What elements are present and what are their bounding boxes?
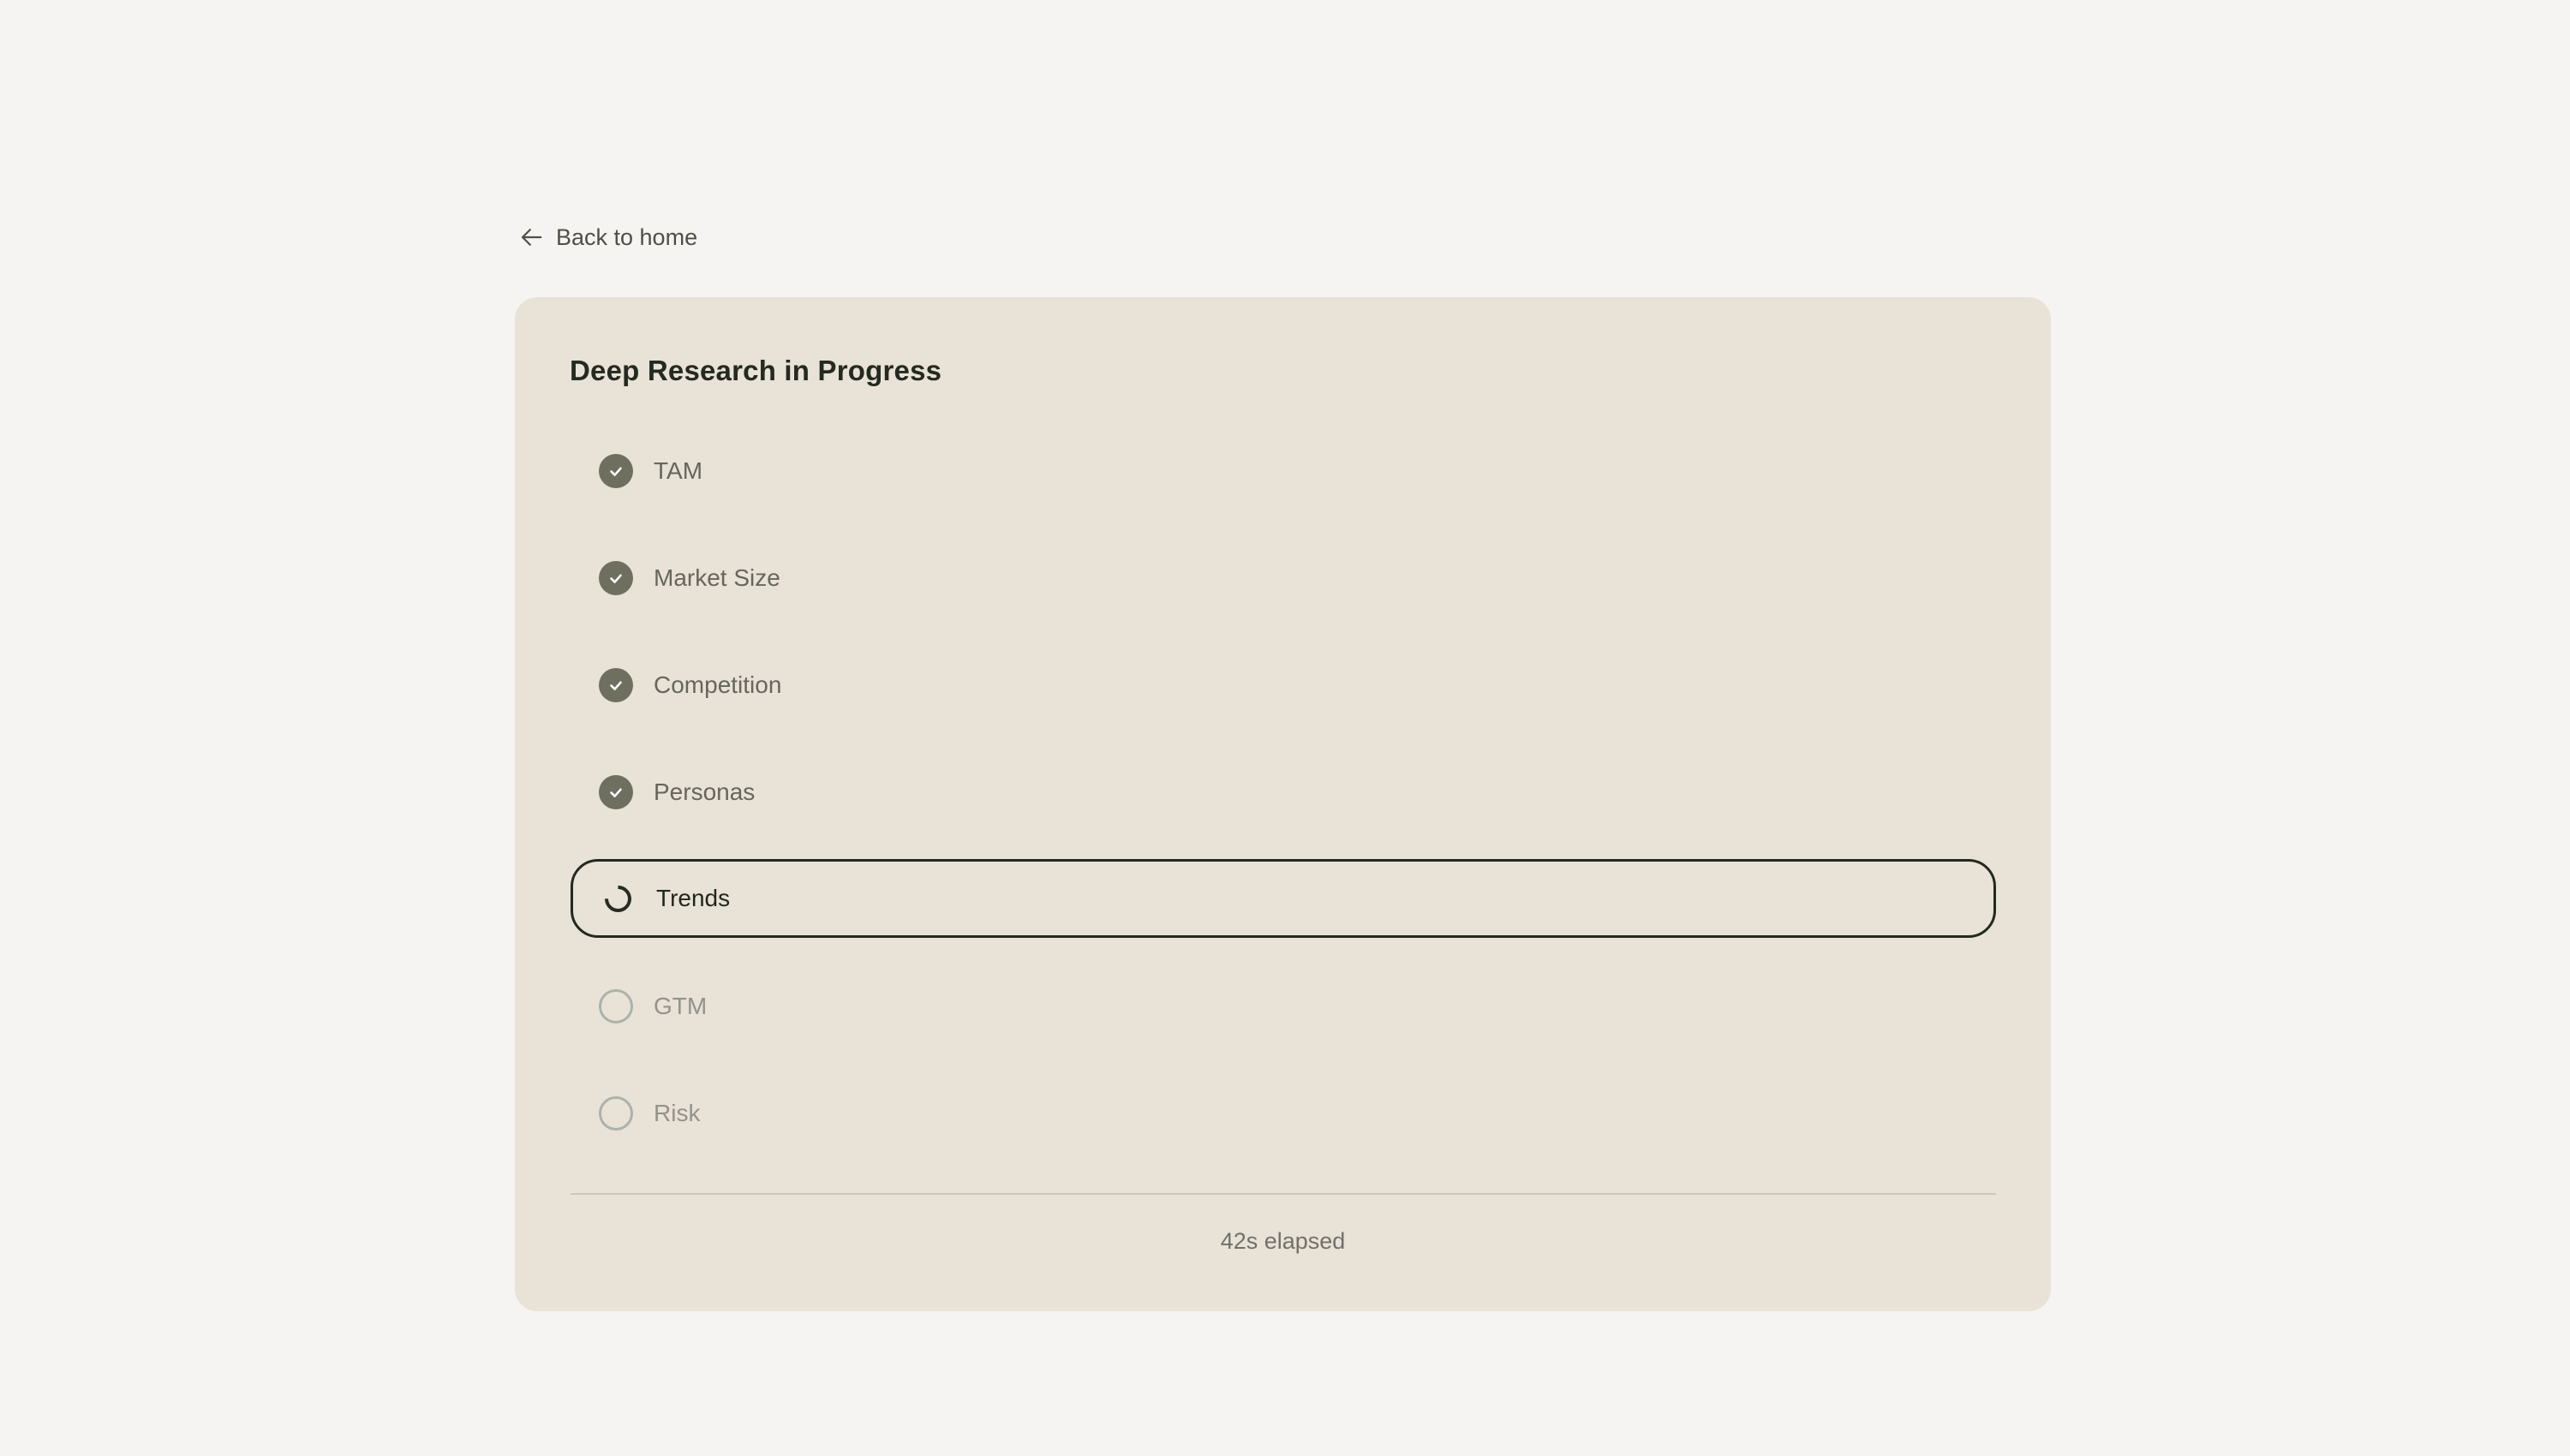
pending-circle-icon (599, 1096, 633, 1131)
task-label: Competition (654, 668, 781, 702)
task-label: Risk (654, 1096, 700, 1131)
back-arrow-icon (518, 224, 544, 250)
task-label: Market Size (654, 561, 780, 595)
back-to-home-label: Back to home (556, 223, 697, 252)
card-title: Deep Research in Progress (570, 354, 941, 388)
task-row-market-size: Market Size (515, 561, 2051, 595)
task-row-competition: Competition (515, 668, 2051, 702)
task-label: TAM (654, 454, 702, 488)
check-circle-icon (599, 454, 633, 488)
research-progress-card: Deep Research in Progress TAM Market Siz… (515, 297, 2051, 1311)
task-label: Personas (654, 775, 755, 809)
task-row-trends-active: Trends (571, 859, 1996, 938)
back-to-home-link[interactable]: Back to home (518, 223, 697, 252)
divider (571, 1193, 1996, 1195)
check-circle-icon (599, 561, 633, 595)
pending-circle-icon (599, 989, 633, 1023)
check-circle-icon (599, 668, 633, 702)
task-label: GTM (654, 989, 707, 1023)
check-circle-icon (599, 775, 633, 809)
elapsed-time: 42s elapsed (515, 1226, 2051, 1256)
task-row-personas: Personas (515, 775, 2051, 809)
spinner-icon (600, 880, 637, 917)
task-label: Trends (656, 885, 730, 912)
task-row-risk: Risk (515, 1096, 2051, 1131)
task-row-gtm: GTM (515, 989, 2051, 1023)
task-row-tam: TAM (515, 454, 2051, 488)
